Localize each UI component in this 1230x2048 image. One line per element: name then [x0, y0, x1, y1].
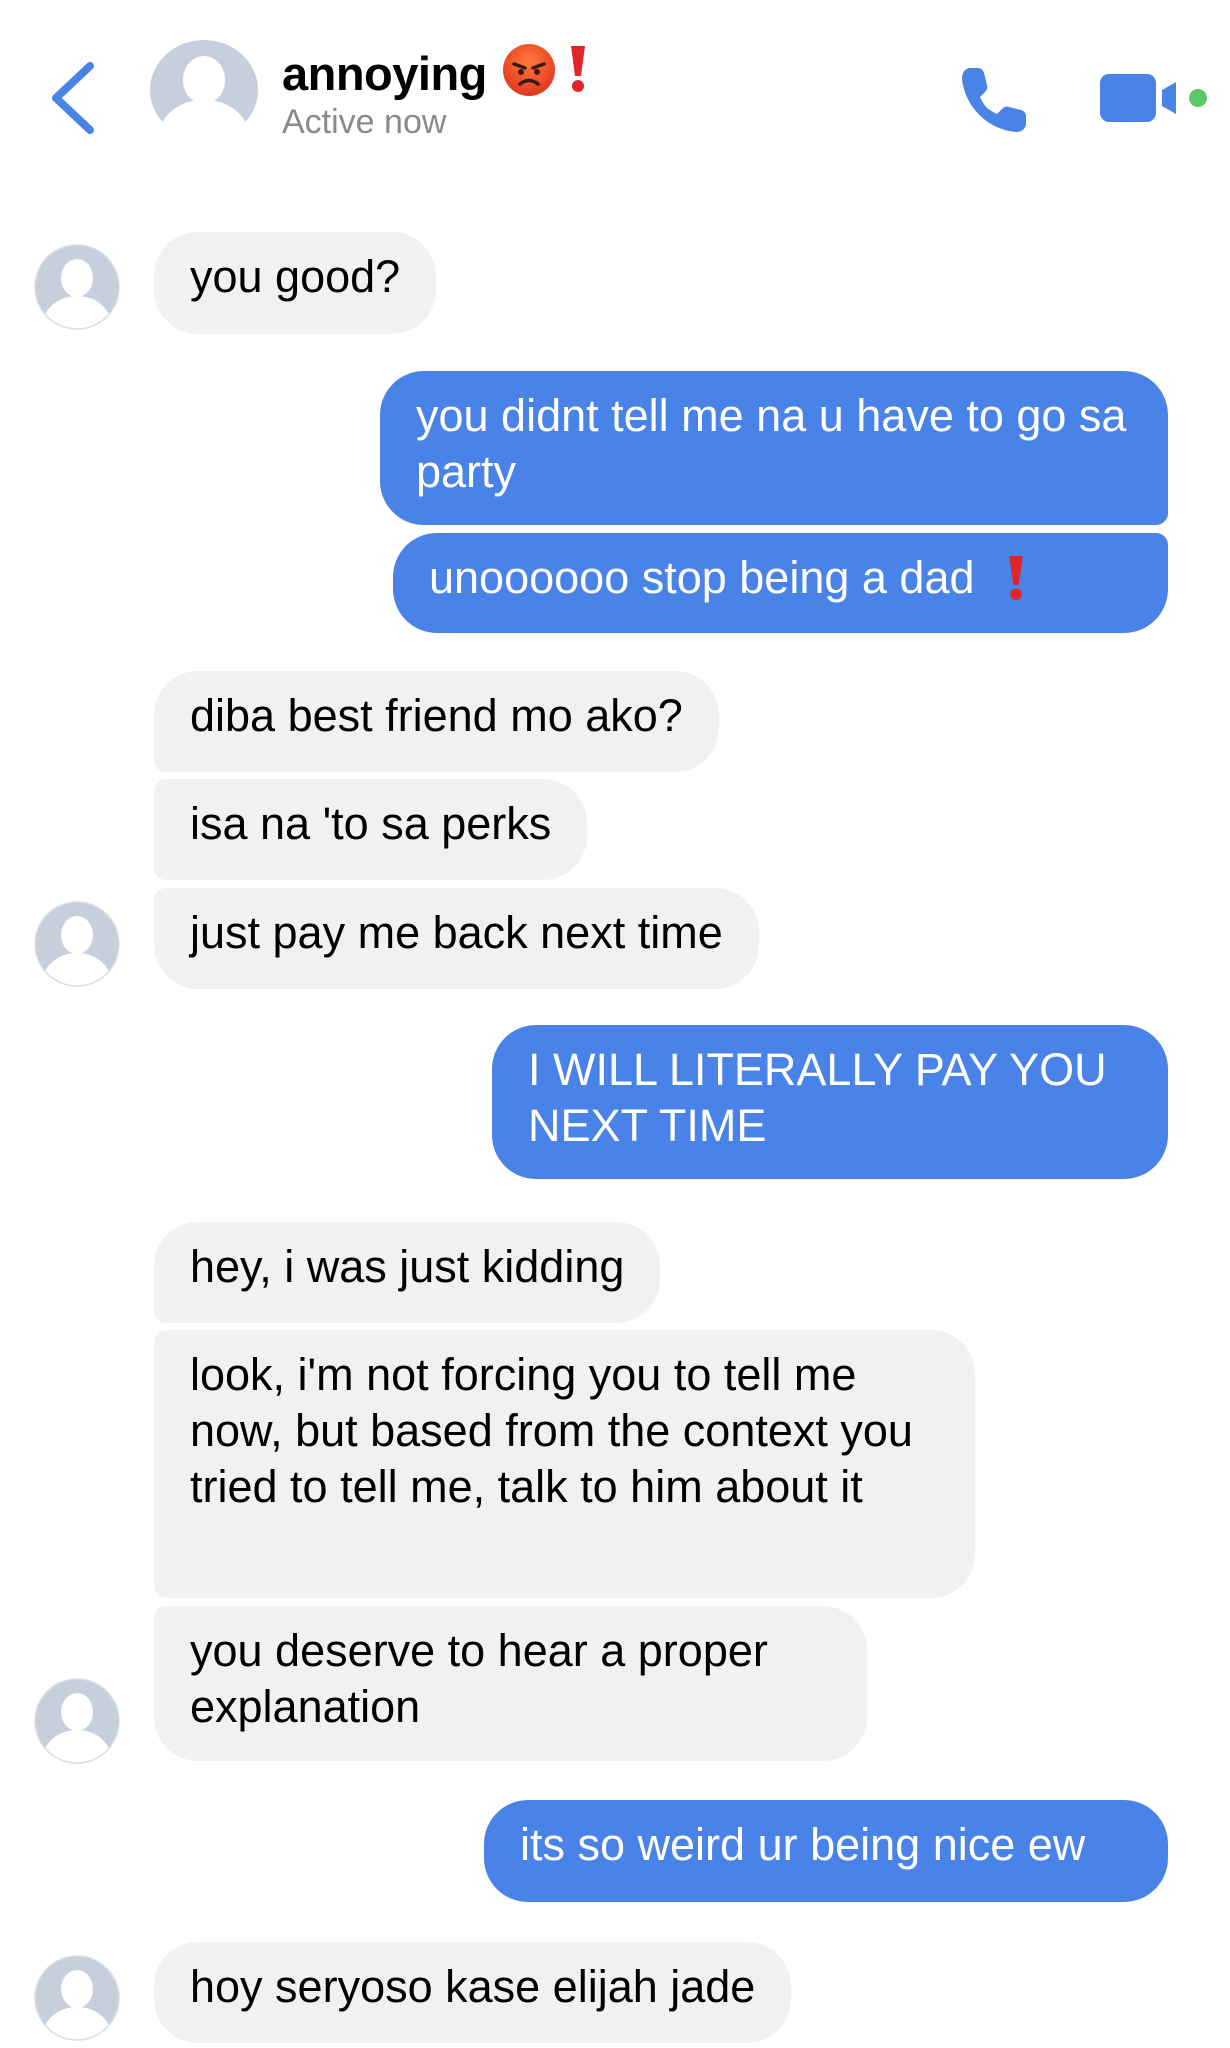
message-text: its so weird ur being nice ew	[520, 1819, 1086, 1870]
chat-header: annoying Active now	[0, 0, 1230, 165]
message-text: diba best friend mo ako?	[190, 690, 683, 741]
sender-avatar[interactable]	[34, 1955, 120, 2041]
back-chevron-icon[interactable]	[44, 58, 104, 138]
message-bubble-incoming[interactable]: hey, i was just kidding	[154, 1222, 661, 1323]
message-text: unoooooo stop being a dad	[429, 552, 975, 603]
message-text: hoy seryoso kase elijah jade	[190, 1961, 756, 2012]
message-text: you good?	[190, 251, 401, 302]
red-exclamation-emoji	[570, 45, 585, 92]
message-bubble-outgoing[interactable]: its so weird ur being nice ew	[484, 1800, 1168, 1902]
angry-face-emoji	[502, 43, 555, 96]
contact-name[interactable]: annoying	[282, 42, 589, 102]
message-text: isa na 'to sa perks	[190, 798, 552, 849]
message-bubble-incoming[interactable]: you deserve to hear a proper explanation	[154, 1606, 867, 1761]
message-bubble-outgoing[interactable]: unoooooo stop being a dad	[393, 533, 1168, 633]
message-text: you deserve to hear a proper explanation	[190, 1625, 768, 1732]
message-text: hey, i was just kidding	[190, 1241, 625, 1292]
online-dot	[1189, 89, 1207, 107]
message-bubble-outgoing[interactable]: you didnt tell me na u have to go sa par…	[380, 371, 1168, 525]
red-exclamation-emoji	[1008, 555, 1023, 601]
message-bubble-outgoing[interactable]: I WILL LITERALLY PAY YOU NEXT TIME	[492, 1025, 1168, 1179]
active-status: Active now	[282, 103, 447, 141]
sender-avatar[interactable]	[34, 1678, 120, 1764]
message-text: I WILL LITERALLY PAY YOU NEXT TIME	[528, 1044, 1107, 1151]
message-bubble-incoming[interactable]: hoy seryoso kase elijah jade	[154, 1942, 792, 2043]
message-bubble-incoming[interactable]: isa na 'to sa perks	[154, 779, 588, 880]
contact-name-text: annoying	[282, 47, 487, 101]
message-bubble-incoming[interactable]: you good?	[154, 232, 437, 334]
phone-icon[interactable]	[956, 62, 1032, 138]
contact-avatar[interactable]	[150, 40, 258, 140]
message-bubble-incoming[interactable]: diba best friend mo ako?	[154, 671, 719, 772]
message-text: you didnt tell me na u have to go sa par…	[416, 390, 1127, 497]
message-text: just pay me back next time	[190, 907, 723, 958]
video-camera-icon[interactable]	[1092, 70, 1212, 126]
message-bubble-incoming[interactable]: look, i'm not forcing you to tell me now…	[154, 1330, 975, 1598]
sender-avatar[interactable]	[34, 901, 120, 987]
message-bubble-incoming[interactable]: just pay me back next time	[154, 888, 759, 989]
message-text: look, i'm not forcing you to tell me now…	[190, 1349, 913, 1512]
sender-avatar[interactable]	[34, 244, 120, 330]
